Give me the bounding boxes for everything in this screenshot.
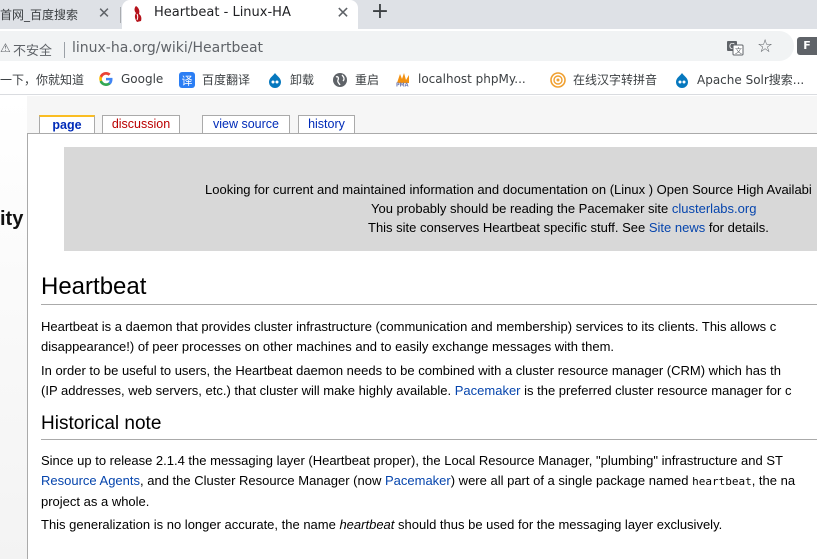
svg-text:文: 文 — [735, 46, 742, 55]
notice-text: for details. — [705, 220, 769, 235]
browser-toolbar: ⚠ 不安全 linux-ha.org/wiki/Heartbeat G 文 ☆ … — [0, 29, 817, 63]
bookmark-label: Google — [121, 72, 164, 86]
tab-baidu-search[interactable]: 首网_百度搜索 ✕ — [0, 0, 119, 29]
tab-separator — [120, 7, 121, 23]
security-label[interactable]: 不安全 — [13, 40, 52, 59]
close-icon[interactable]: ✕ — [333, 3, 353, 23]
paragraph-line: (IP addresses, web servers, etc.) that c… — [41, 381, 817, 401]
paragraph-line: project as a whole. — [41, 494, 150, 509]
new-tab-button[interactable]: + — [368, 1, 392, 25]
bookmark-restart[interactable]: 重启 — [332, 71, 379, 88]
address-bar[interactable]: ⚠ 不安全 linux-ha.org/wiki/Heartbeat G 文 ☆ — [0, 31, 794, 61]
tab-heartbeat[interactable]: Heartbeat - Linux-HA ✕ — [122, 0, 358, 29]
site-news-link[interactable]: Site news — [649, 220, 705, 235]
notice-line: You probably should be reading the Pacem… — [371, 199, 756, 218]
url-divider — [64, 42, 65, 58]
bookmark-baidu-translate[interactable]: 译 百度翻译 — [179, 71, 250, 88]
clusterlabs-link[interactable]: clusterlabs.org — [672, 201, 757, 216]
bookmark-pinyin[interactable]: 在线汉字转拼音 — [550, 71, 657, 88]
url-input[interactable]: linux-ha.org/wiki/Heartbeat — [72, 40, 263, 56]
tab-discussion[interactable]: discussion — [102, 115, 180, 134]
paragraph-line: Heartbeat is a daemon that provides clus… — [41, 319, 777, 334]
pacemaker-link[interactable]: Pacemaker — [385, 473, 451, 488]
bookmark-uninstall[interactable]: 卸载 — [267, 71, 314, 88]
tab-view-source[interactable]: view source — [202, 115, 290, 134]
section-heading: Historical note — [41, 411, 817, 440]
page-tabs: page discussion view source history — [0, 96, 817, 134]
emphasis-text: heartbeat — [339, 517, 395, 532]
bookmark-label: 一下，你就知道 — [0, 73, 85, 87]
paragraph-line: In order to be useful to users, the Hear… — [41, 363, 781, 378]
tab-page[interactable]: page — [39, 115, 95, 134]
paragraph-text: This generalization is no longer accurat… — [41, 517, 340, 532]
paragraph-text: ) were all part of a single package name… — [450, 473, 693, 488]
bookmark-label: 在线汉字转拼音 — [573, 73, 658, 87]
notice-line: Looking for current and maintained infor… — [205, 182, 812, 197]
article-content: Looking for current and maintained infor… — [27, 133, 817, 559]
tab-page-link[interactable]: page — [52, 118, 81, 132]
paragraph-line: Since up to release 2.1.4 the messaging … — [41, 453, 783, 468]
paragraph-text: is the preferred cluster resource manage… — [520, 383, 792, 398]
paragraph-text: should thus be used for the messaging la… — [394, 517, 723, 532]
paragraph: Since up to release 2.1.4 the messaging … — [41, 451, 817, 512]
paragraph-text: (IP addresses, web servers, etc.) that c… — [41, 383, 455, 398]
notice-line: This site conserves Heartbeat specific s… — [368, 218, 769, 237]
notice-text: This site conserves Heartbeat specific s… — [368, 220, 649, 235]
translate-icon[interactable]: G 文 — [726, 40, 744, 56]
resource-agents-link[interactable]: Resource Agents — [41, 473, 140, 488]
bookmark-phpmyadmin[interactable]: PMA localhost phpMy... — [395, 71, 526, 87]
tab-view-source-link[interactable]: view source — [213, 117, 279, 131]
globe-icon — [333, 72, 347, 87]
profile-avatar[interactable]: F — [797, 37, 817, 55]
warning-icon[interactable]: ⚠ — [0, 41, 11, 55]
tab-title: 首网_百度搜索 — [0, 8, 79, 22]
paragraph: This generalization is no longer accurat… — [41, 515, 817, 535]
page-title: Heartbeat — [41, 271, 817, 305]
wiki-sidebar: ity — [0, 96, 27, 559]
paragraph-line: disappearance!) of peer processes on oth… — [41, 339, 615, 354]
pinyin-icon — [550, 71, 566, 88]
paragraph: In order to be useful to users, the Hear… — [41, 361, 817, 401]
bookmark-star-icon[interactable]: ☆ — [757, 36, 773, 57]
close-icon[interactable]: ✕ — [95, 4, 113, 22]
tab-strip: 首网_百度搜索 ✕ Heartbeat - Linux-HA ✕ + — [0, 0, 817, 29]
paragraph-text: , the na — [751, 473, 796, 488]
svg-text:译: 译 — [182, 74, 193, 87]
tab-history[interactable]: history — [298, 115, 355, 134]
bookmarks-bar: 一下，你就知道 Google 译 百度翻译 卸载 重启 PMA localhos… — [0, 63, 817, 95]
bookmark-baidu[interactable]: 一下，你就知道 — [0, 71, 84, 88]
bookmark-label: 重启 — [355, 73, 380, 87]
paragraph: Heartbeat is a daemon that provides clus… — [41, 317, 817, 357]
drupal-icon — [269, 72, 281, 88]
bookmark-label: 卸载 — [290, 73, 315, 87]
phpmyadmin-icon: PMA — [396, 73, 409, 88]
notice-box: Looking for current and maintained infor… — [64, 147, 817, 251]
drupal-icon — [676, 72, 688, 88]
paragraph-text: , and the Cluster Resource Manager (now — [140, 473, 385, 488]
google-icon — [99, 72, 113, 86]
tab-history-link[interactable]: history — [308, 117, 345, 131]
package-name-code: heartbeat — [692, 475, 752, 488]
bookmark-label: 百度翻译 — [202, 73, 251, 87]
pacemaker-link[interactable]: Pacemaker — [455, 383, 521, 398]
tab-discussion-link[interactable]: discussion — [112, 117, 170, 131]
notice-text: You probably should be reading the Pacem… — [371, 201, 672, 216]
bookmark-label: localhost phpMy... — [418, 72, 526, 86]
page-viewport: ity page discussion view source history … — [0, 96, 817, 559]
paragraph-line: Resource Agents, and the Cluster Resourc… — [41, 471, 817, 492]
site-logo[interactable]: ity — [0, 208, 23, 231]
linux-ha-favicon-icon — [134, 6, 142, 22]
bookmark-solr[interactable]: Apache Solr搜索... — [674, 71, 804, 88]
tab-title: Heartbeat - Linux-HA — [154, 5, 291, 20]
svg-text:PMA: PMA — [396, 83, 409, 88]
bookmark-label: Apache Solr搜索... — [697, 73, 805, 87]
bookmark-google[interactable]: Google — [98, 71, 163, 87]
baidu-translate-icon: 译 — [179, 71, 195, 88]
